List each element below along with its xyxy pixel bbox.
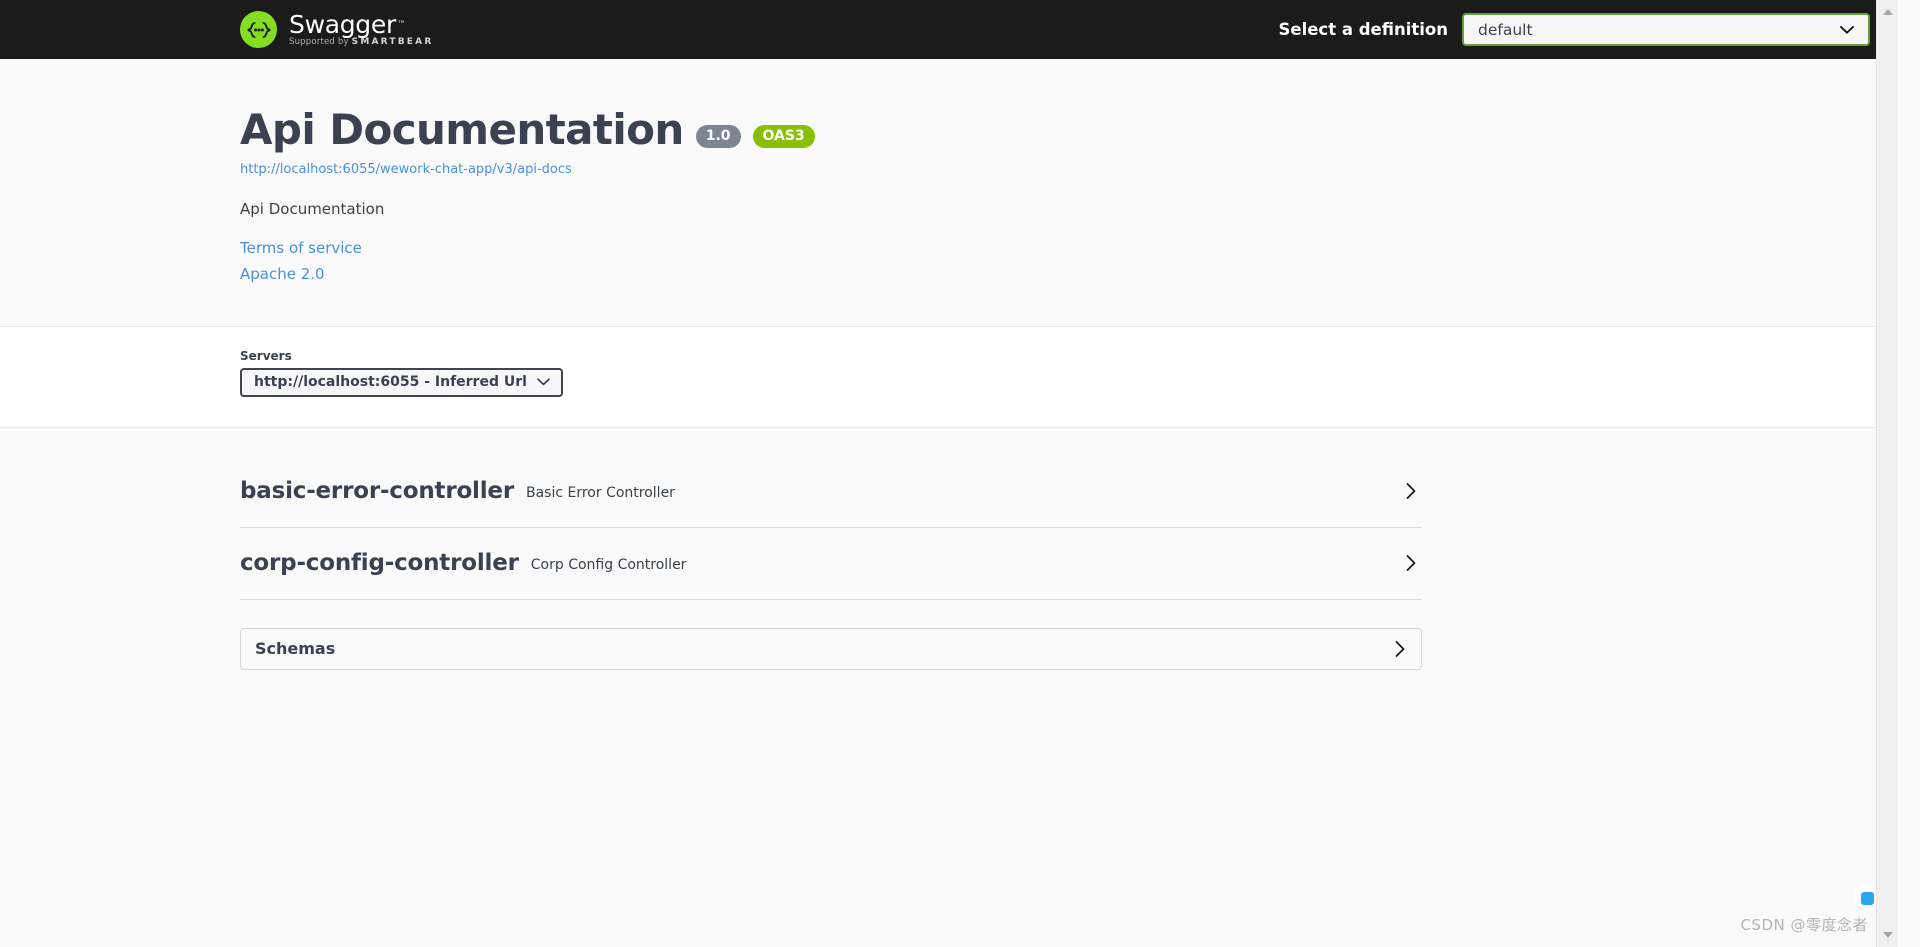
scroll-up-triangle xyxy=(1883,9,1893,15)
tag-description: Basic Error Controller xyxy=(525,485,675,502)
swagger-braces-icon xyxy=(240,11,277,48)
tag-row-corp-config-controller[interactable]: corp-config-controller Corp Config Contr… xyxy=(240,528,1422,600)
page-title: Api Documentation xyxy=(240,105,684,154)
definition-selector-group: Select a definition default xyxy=(1279,0,1870,59)
terms-of-service-link[interactable]: Terms of service xyxy=(240,238,1422,260)
scroll-up-arrow-icon[interactable] xyxy=(1877,2,1898,22)
servers-section: Servers http://localhost:6055 - Inferred… xyxy=(0,326,1898,428)
brand-name-text: Swagger xyxy=(289,10,396,39)
schemas-title: Schemas xyxy=(255,639,336,659)
title-row: Api Documentation 1.0 OAS3 xyxy=(240,105,1422,154)
definition-selected-value: default xyxy=(1478,20,1533,39)
scroll-down-arrow-icon[interactable] xyxy=(1877,925,1898,945)
chevron-down-icon xyxy=(1840,25,1854,34)
chevron-right-icon[interactable] xyxy=(1393,639,1407,659)
topbar: Swagger™ Supported by SMARTBEAR Select a… xyxy=(0,0,1898,59)
brand-supported-by: Supported by SMARTBEAR xyxy=(289,38,433,47)
operations-section: basic-error-controller Basic Error Contr… xyxy=(0,427,1898,670)
brand-name: Swagger™ xyxy=(289,12,433,37)
tag-name: corp-config-controller xyxy=(240,550,519,577)
version-badge: 1.0 xyxy=(695,124,741,148)
brand-text: Swagger™ Supported by SMARTBEAR xyxy=(289,12,433,47)
tag-description: Corp Config Controller xyxy=(530,557,687,574)
chevron-down-icon xyxy=(537,378,550,386)
chevron-right-icon[interactable] xyxy=(1404,481,1418,501)
server-selected-value: http://localhost:6055 - Inferred Url xyxy=(254,374,527,391)
brand-trademark: ™ xyxy=(396,20,406,30)
api-docs-url-link[interactable]: http://localhost:6055/wework-chat-app/v3… xyxy=(240,162,572,177)
tag-row-basic-error-controller[interactable]: basic-error-controller Basic Error Contr… xyxy=(240,456,1422,528)
license-link[interactable]: Apache 2.0 xyxy=(240,264,1422,286)
servers-label: Servers xyxy=(240,348,292,363)
schemas-toggle[interactable]: Schemas xyxy=(240,627,1422,670)
info-links: Terms of service Apache 2.0 xyxy=(240,238,1422,286)
definition-label: Select a definition xyxy=(1278,20,1448,39)
server-select[interactable]: http://localhost:6055 - Inferred Url xyxy=(240,367,563,397)
definition-select[interactable]: default xyxy=(1462,13,1870,46)
vertical-scrollbar[interactable] xyxy=(1876,0,1898,947)
swagger-ui-page: Swagger™ Supported by SMARTBEAR Select a… xyxy=(0,0,1898,947)
swagger-brand[interactable]: Swagger™ Supported by SMARTBEAR xyxy=(240,11,433,48)
watermark-text: CSDN @零度念者 xyxy=(1740,916,1868,934)
scroll-down-triangle xyxy=(1883,932,1893,938)
oas-badge: OAS3 xyxy=(752,124,815,148)
chevron-right-icon[interactable] xyxy=(1404,553,1418,573)
tag-name: basic-error-controller xyxy=(240,478,514,505)
watermark-dot xyxy=(1860,891,1874,905)
schemas-section: Schemas xyxy=(240,627,1422,670)
api-description: Api Documentation xyxy=(240,200,385,219)
api-info-section: Api Documentation 1.0 OAS3 http://localh… xyxy=(0,59,1898,327)
